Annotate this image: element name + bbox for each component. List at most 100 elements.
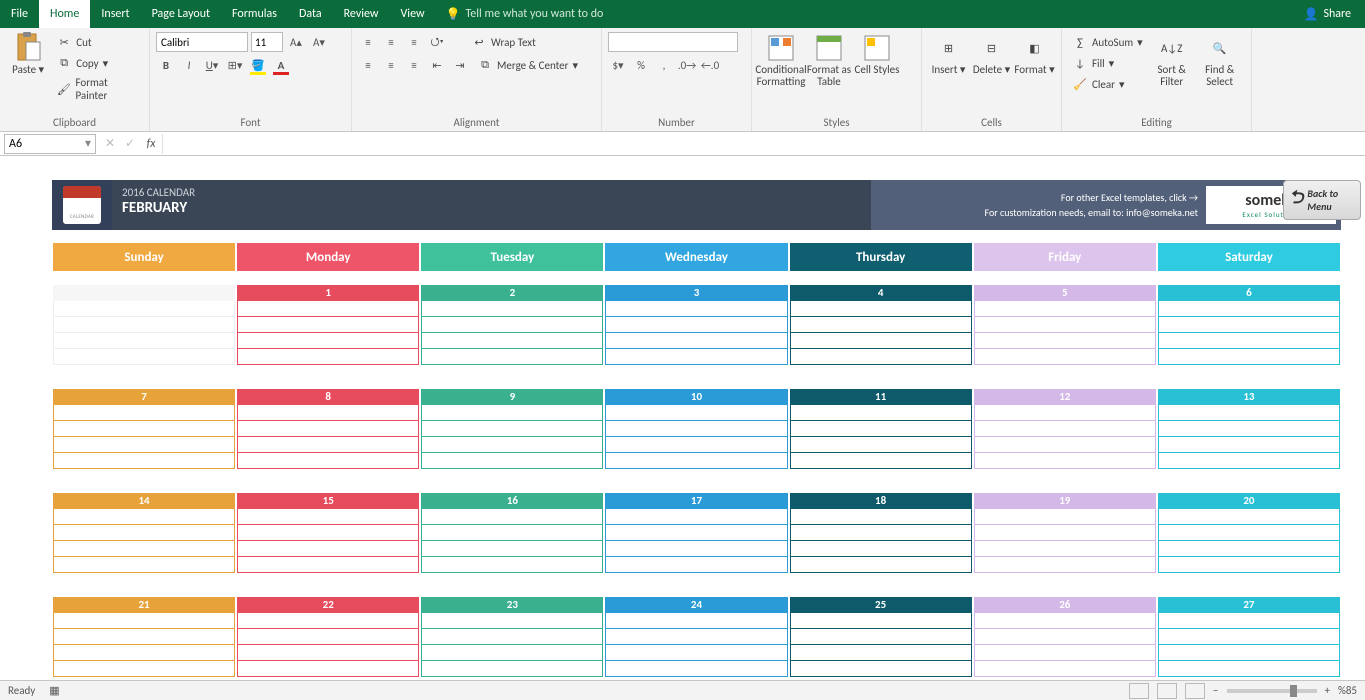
tab-formulas[interactable]: Formulas: [221, 0, 288, 28]
merge-center-button[interactable]: ⧉Merge & Center ▾: [473, 55, 582, 75]
day-body[interactable]: [237, 509, 419, 583]
align-bottom-button[interactable]: ≡: [404, 32, 424, 52]
calendar-day[interactable]: 5: [973, 284, 1157, 376]
fx-button[interactable]: fx: [140, 137, 162, 151]
currency-button[interactable]: $▾: [608, 55, 628, 75]
font-name-input[interactable]: [156, 32, 248, 52]
day-body[interactable]: [237, 405, 419, 479]
calendar-day[interactable]: 17: [604, 492, 788, 584]
calendar-day[interactable]: 15: [236, 492, 420, 584]
format-as-table-button[interactable]: Format as Table: [806, 32, 852, 88]
tab-view[interactable]: View: [390, 0, 436, 28]
percent-button[interactable]: %: [631, 55, 651, 75]
day-body[interactable]: [421, 405, 603, 479]
day-body[interactable]: [237, 613, 419, 680]
calendar-day[interactable]: 8: [236, 388, 420, 480]
day-body[interactable]: [237, 301, 419, 375]
clear-button[interactable]: 🧹Clear ▾: [1068, 74, 1147, 94]
fill-button[interactable]: ↓Fill ▾: [1068, 53, 1147, 73]
day-body[interactable]: [790, 509, 972, 583]
day-body[interactable]: [1158, 509, 1340, 583]
name-box[interactable]: A6▾: [4, 134, 96, 154]
day-body[interactable]: [974, 613, 1156, 680]
day-body[interactable]: [974, 509, 1156, 583]
align-middle-button[interactable]: ≡: [381, 32, 401, 52]
wrap-text-button[interactable]: ↩Wrap Text: [467, 32, 540, 52]
align-left-button[interactable]: ≡: [358, 55, 378, 75]
day-body[interactable]: [605, 301, 787, 375]
macro-icon[interactable]: ▦: [49, 684, 59, 697]
tab-page-layout[interactable]: Page Layout: [141, 0, 221, 28]
comma-button[interactable]: ,: [654, 55, 674, 75]
calendar-day[interactable]: 18: [789, 492, 973, 584]
autosum-button[interactable]: ∑AutoSum ▾: [1068, 32, 1147, 52]
cancel-formula-button[interactable]: ✕: [100, 134, 120, 154]
borders-button[interactable]: ⊞▾: [225, 55, 245, 75]
back-to-menu-button[interactable]: ⮌ Back to Menu: [1283, 180, 1361, 220]
enter-formula-button[interactable]: ✓: [120, 134, 140, 154]
day-body[interactable]: [1158, 301, 1340, 375]
day-body[interactable]: [53, 509, 235, 583]
zoom-out-button[interactable]: −: [1213, 684, 1218, 697]
find-select-button[interactable]: 🔍Find & Select: [1197, 32, 1243, 94]
calendar-day[interactable]: 6: [1157, 284, 1341, 376]
calendar-day[interactable]: 27: [1157, 596, 1341, 680]
inc-decimal-button[interactable]: .0→: [677, 55, 697, 75]
calendar-day[interactable]: 10: [604, 388, 788, 480]
day-body[interactable]: [421, 613, 603, 680]
view-pagelayout-button[interactable]: [1157, 683, 1177, 699]
calendar-day[interactable]: 19: [973, 492, 1157, 584]
cell-styles-button[interactable]: Cell Styles: [854, 32, 900, 88]
calendar-day[interactable]: 7: [52, 388, 236, 480]
day-body[interactable]: [974, 301, 1156, 375]
grow-font-button[interactable]: A▴: [286, 32, 306, 52]
calendar-day[interactable]: 1: [236, 284, 420, 376]
paste-button[interactable]: Paste ▾: [6, 32, 50, 104]
day-body[interactable]: [1158, 405, 1340, 479]
calendar-day[interactable]: 16: [420, 492, 604, 584]
zoom-level[interactable]: %85: [1338, 684, 1357, 697]
calendar-day[interactable]: 22: [236, 596, 420, 680]
formula-input[interactable]: [162, 134, 1365, 154]
calendar-day[interactable]: 13: [1157, 388, 1341, 480]
font-color-button[interactable]: A: [271, 55, 291, 75]
view-normal-button[interactable]: [1129, 683, 1149, 699]
day-body[interactable]: [53, 405, 235, 479]
align-right-button[interactable]: ≡: [404, 55, 424, 75]
delete-cells-button[interactable]: ⊟Delete ▾: [971, 32, 1012, 76]
tab-home[interactable]: Home: [39, 0, 90, 28]
insert-cells-button[interactable]: ⊞Insert ▾: [928, 32, 969, 76]
calendar-day[interactable]: 21: [52, 596, 236, 680]
font-size-input[interactable]: [251, 32, 283, 52]
orientation-button[interactable]: ⭯▾: [427, 32, 447, 52]
calendar-day[interactable]: 4: [789, 284, 973, 376]
day-body[interactable]: [53, 613, 235, 680]
zoom-slider[interactable]: [1227, 689, 1317, 693]
italic-button[interactable]: I: [179, 55, 199, 75]
calendar-day[interactable]: 25: [789, 596, 973, 680]
tab-data[interactable]: Data: [288, 0, 333, 28]
format-painter-button[interactable]: 🖌Format Painter: [52, 74, 143, 104]
day-body[interactable]: [605, 509, 787, 583]
fill-color-button[interactable]: 🪣: [248, 55, 268, 75]
day-body[interactable]: [790, 613, 972, 680]
day-body[interactable]: [605, 405, 787, 479]
conditional-formatting-button[interactable]: Conditional Formatting: [758, 32, 804, 88]
worksheet-area[interactable]: 2016 CALENDAR FEBRUARY For other Excel t…: [0, 156, 1365, 680]
cut-button[interactable]: ✂Cut: [52, 32, 143, 52]
day-body[interactable]: [790, 301, 972, 375]
dec-decimal-button[interactable]: ←.0: [700, 55, 720, 75]
calendar-day[interactable]: 11: [789, 388, 973, 480]
calendar-day[interactable]: 9: [420, 388, 604, 480]
view-pagebreak-button[interactable]: [1185, 683, 1205, 699]
tab-insert[interactable]: Insert: [90, 0, 140, 28]
align-top-button[interactable]: ≡: [358, 32, 378, 52]
bold-button[interactable]: B: [156, 55, 176, 75]
indent-inc-button[interactable]: ⇥: [450, 55, 470, 75]
calendar-day[interactable]: [52, 284, 236, 376]
calendar-day[interactable]: 20: [1157, 492, 1341, 584]
underline-button[interactable]: U▾: [202, 55, 222, 75]
day-body[interactable]: [790, 405, 972, 479]
sort-filter-button[interactable]: A↓ZSort & Filter: [1149, 32, 1195, 94]
tell-me-search[interactable]: 💡 Tell me what you want to do: [436, 7, 614, 22]
